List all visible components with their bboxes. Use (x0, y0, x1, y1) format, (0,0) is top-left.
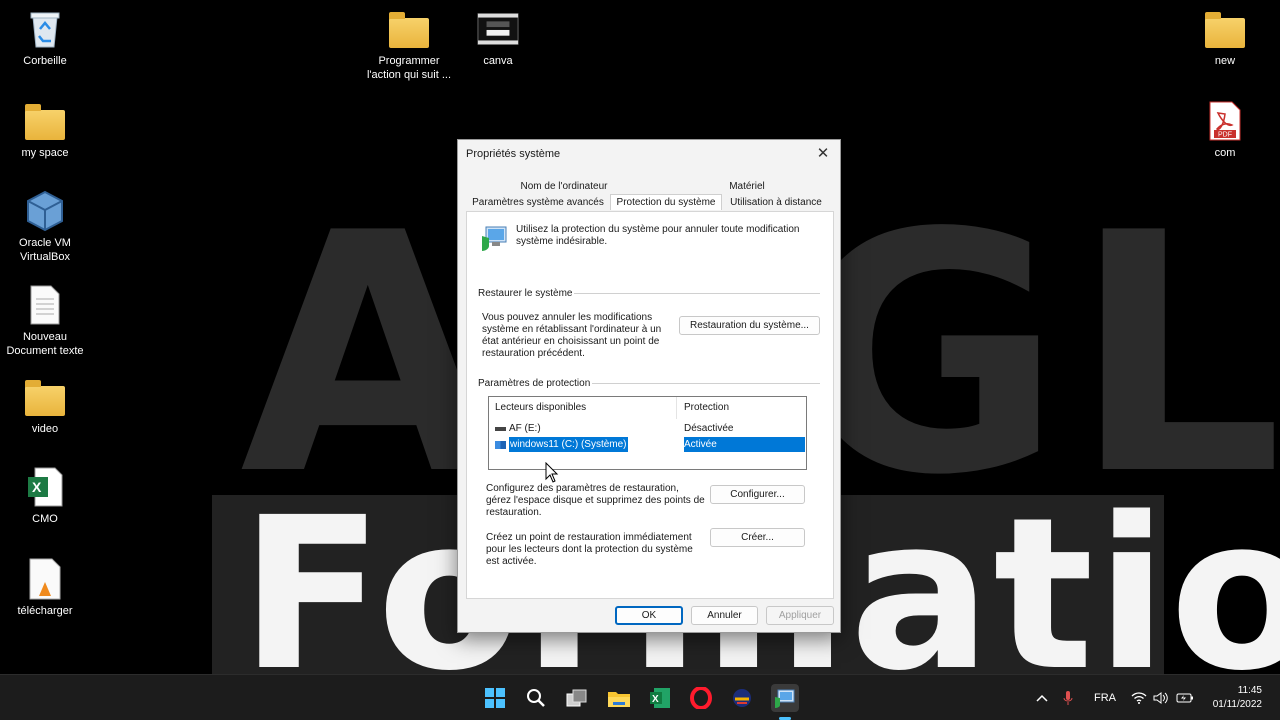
create-text: Créez un point de restauration immédiate… (486, 532, 693, 567)
folder-icon (1204, 8, 1246, 50)
task-view-icon[interactable] (564, 685, 590, 711)
desktop-icon-text-document[interactable]: Nouveau Document texte (0, 284, 90, 358)
drives-listbox[interactable]: Lecteurs disponibles Protection AF (E:) … (488, 396, 807, 470)
desktop-icon-programmer[interactable]: Programmer l'action qui suit ... (364, 8, 454, 82)
desktop-icon-com[interactable]: PDF com (1180, 100, 1270, 160)
recycle-bin-icon (24, 8, 66, 50)
microphone-icon[interactable] (1060, 689, 1076, 707)
battery-icon[interactable] (1175, 689, 1195, 707)
image-file-icon (477, 8, 519, 50)
desktop-icon-new[interactable]: new (1180, 8, 1270, 68)
wifi-icon[interactable] (1130, 689, 1148, 707)
cancel-button[interactable]: Annuler (691, 606, 758, 625)
restore-group-label: Restaurer le système (478, 288, 573, 299)
column-header-drives[interactable]: Lecteurs disponibles (489, 397, 677, 419)
folder-icon (24, 100, 66, 142)
desktop-icon-recycle-bin[interactable]: Corbeille (0, 8, 90, 68)
start-icon[interactable] (482, 685, 508, 711)
dialog-title: Propriétés système (466, 148, 561, 160)
desktop-icon-video[interactable]: video (0, 376, 90, 436)
search-icon[interactable] (523, 685, 549, 711)
svg-text:X: X (652, 694, 659, 705)
configure-button[interactable]: Configurer... (710, 485, 805, 504)
excel-file-icon: X (24, 466, 66, 508)
tab-system-protection[interactable]: Protection du système (610, 194, 722, 210)
restore-text: Vous pouvez annuler les modifications sy… (482, 312, 662, 359)
folder-icon (388, 8, 430, 50)
language-indicator[interactable]: FRA (1092, 689, 1118, 707)
desktop-icon-cmo[interactable]: X CMO (0, 466, 90, 526)
restore-group-line (574, 293, 820, 294)
configure-text: Configurez des paramètres de restauratio… (486, 483, 705, 518)
system-properties-dialog: Propriétés système ✕ Nom de l'ordinateur… (457, 139, 841, 633)
column-header-protection[interactable]: Protection (677, 397, 729, 419)
windows-drive-icon (495, 440, 506, 449)
ok-button[interactable]: OK (615, 606, 683, 625)
virtualbox-icon (24, 190, 66, 232)
apply-button[interactable]: Appliquer (766, 606, 834, 625)
text-document-icon (24, 284, 66, 326)
tabs-row-bottom: Paramètres système avancés Protection du… (466, 194, 830, 210)
taskbar: X FRA 11:45 01/11/2022 (0, 674, 1280, 720)
clock-date: 01/11/2022 (1212, 699, 1262, 710)
desktop-icon-canva[interactable]: canva (453, 8, 543, 68)
opera-icon[interactable] (688, 685, 714, 711)
excel-icon[interactable]: X (647, 685, 673, 711)
protection-group-line (592, 383, 820, 384)
listbox-header: Lecteurs disponibles Protection (489, 397, 806, 419)
tabs-row-top: Nom de l'ordinateur Matériel (466, 178, 832, 194)
chevron-up-icon[interactable] (1034, 689, 1050, 707)
protection-group-label: Paramètres de protection (478, 378, 591, 389)
tab-remote[interactable]: Utilisation à distance (722, 194, 830, 210)
folder-icon (24, 376, 66, 418)
desktop-icon-my-space[interactable]: my space (0, 100, 90, 160)
drive-icon (495, 426, 506, 431)
pdf-file-icon: PDF (1204, 100, 1246, 142)
desktop-icon-telecharger[interactable]: télécharger (0, 558, 90, 618)
clock[interactable]: 11:45 01/11/2022 (1213, 684, 1262, 712)
volume-icon[interactable] (1152, 689, 1170, 707)
tab-computer-name[interactable]: Nom de l'ordinateur (466, 178, 662, 194)
tab-hardware[interactable]: Matériel (662, 178, 832, 194)
vlc-file-icon (24, 558, 66, 600)
svg-text:X: X (32, 479, 42, 495)
clock-time: 11:45 (1237, 685, 1262, 696)
table-row[interactable]: AF (E:) Désactivée (489, 421, 806, 436)
desktop-icon-virtualbox[interactable]: Oracle VM VirtualBox (0, 190, 90, 264)
system-protection-icon (480, 224, 508, 255)
file-explorer-icon[interactable] (606, 685, 632, 711)
tab-advanced[interactable]: Paramètres système avancés (466, 194, 610, 210)
system-properties-icon[interactable] (771, 684, 799, 712)
mouse-cursor-icon (545, 461, 559, 489)
close-icon[interactable]: ✕ (812, 143, 834, 165)
table-row-selected[interactable]: windows11 (C:) (Système) Activée (489, 437, 806, 452)
intro-text: Utilisez la protection du système pour a… (516, 224, 800, 247)
svg-text:PDF: PDF (1218, 132, 1232, 139)
create-button[interactable]: Créer... (710, 528, 805, 547)
system-restore-button[interactable]: Restauration du système... (679, 316, 820, 335)
intro: Utilisez la protection du système pour a… (480, 224, 816, 255)
app-icon[interactable] (729, 685, 755, 711)
